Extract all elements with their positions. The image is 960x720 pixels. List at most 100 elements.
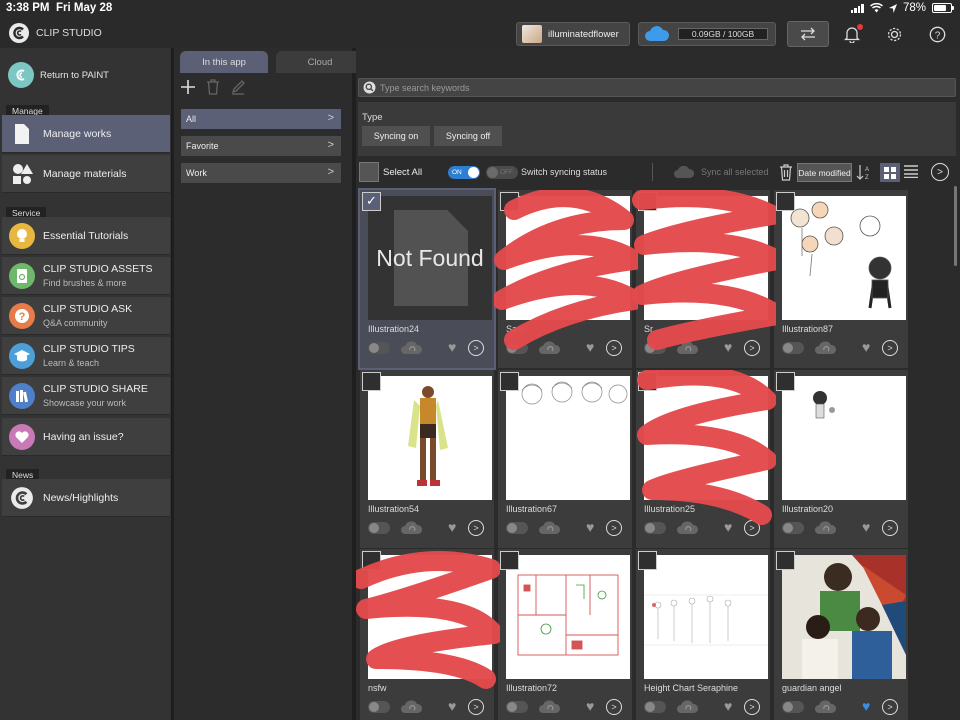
favorite-heart-icon[interactable]: ♥	[448, 520, 456, 535]
account-button[interactable]: illuminatedflower	[516, 22, 630, 46]
work-thumbnail[interactable]	[506, 376, 630, 500]
next-page-button[interactable]: >	[931, 163, 949, 181]
work-detail-button[interactable]: >	[744, 520, 760, 536]
favorite-heart-icon[interactable]: ♥	[448, 340, 456, 355]
work-card[interactable]: guardian angel ♥ >	[774, 549, 908, 720]
filter-syncing-off[interactable]: Syncing off	[434, 126, 502, 146]
work-detail-button[interactable]: >	[882, 520, 898, 536]
search-bar[interactable]	[358, 78, 956, 97]
sync-toggle-off[interactable]: OFF	[486, 166, 518, 179]
work-sync-toggle[interactable]	[644, 522, 666, 534]
delete-icon[interactable]	[779, 164, 793, 181]
notifications-button[interactable]	[840, 21, 864, 47]
work-sync-toggle[interactable]	[506, 701, 528, 713]
sidebar-item-manage-works[interactable]: Manage works	[2, 115, 170, 153]
favorite-heart-icon[interactable]: ♥	[586, 520, 594, 535]
work-thumbnail[interactable]	[644, 376, 768, 500]
work-checkbox[interactable]	[362, 372, 381, 391]
sort-order-icon[interactable]: AZ	[856, 164, 874, 181]
list-view-icon[interactable]	[904, 164, 918, 178]
work-card[interactable]: nsfw ♥ >	[351, 549, 504, 720]
folder-item-favorite[interactable]: Favorite >	[181, 136, 341, 156]
cloud-sync-icon[interactable]	[814, 340, 838, 356]
work-thumbnail[interactable]	[782, 376, 906, 500]
work-checkbox[interactable]	[776, 192, 795, 211]
work-thumbnail[interactable]	[644, 555, 768, 679]
sidebar-item-manage-materials[interactable]: Manage materials	[2, 155, 170, 193]
cloud-sync-icon[interactable]	[814, 699, 838, 715]
work-detail-button[interactable]: >	[468, 340, 484, 356]
work-card[interactable]: Illustration87 ♥ >	[774, 190, 908, 368]
work-checkbox[interactable]	[500, 551, 519, 570]
work-sync-toggle[interactable]	[368, 701, 390, 713]
sync-all-selected-button[interactable]: Sync all selected	[646, 163, 769, 181]
favorite-heart-icon[interactable]: ♥	[862, 340, 870, 355]
favorite-heart-icon[interactable]: ♥	[862, 699, 870, 714]
work-checkbox[interactable]	[500, 372, 519, 391]
cloud-sync-icon[interactable]	[400, 520, 424, 536]
sidebar-item-clip-studio-ask[interactable]: ? CLIP STUDIO ASK Q&A community	[2, 297, 170, 335]
filter-syncing-on[interactable]: Syncing on	[362, 126, 430, 146]
cloud-sync-icon[interactable]	[538, 520, 562, 536]
work-detail-button[interactable]: >	[468, 520, 484, 536]
work-sync-toggle[interactable]	[644, 701, 666, 713]
settings-button[interactable]	[882, 21, 906, 47]
work-card[interactable]: Sara ♥ >	[492, 187, 644, 368]
sidebar-item-news-highlights[interactable]: News/Highlights	[2, 479, 170, 517]
cloud-storage-button[interactable]: 0.09GB / 100GB	[638, 22, 776, 46]
work-thumbnail[interactable]	[368, 555, 492, 679]
work-card[interactable]: Illustration67 ♥ >	[498, 370, 632, 548]
search-input[interactable]	[380, 82, 940, 93]
work-sync-toggle[interactable]	[506, 342, 528, 354]
work-sync-toggle[interactable]	[644, 342, 666, 354]
work-checkbox[interactable]	[638, 551, 657, 570]
trash-icon[interactable]	[206, 79, 220, 95]
folder-item-work[interactable]: Work >	[181, 163, 341, 183]
scrollbar[interactable]	[954, 186, 957, 266]
work-thumbnail[interactable]	[644, 196, 768, 320]
tab-in-this-app[interactable]: In this app	[180, 51, 268, 73]
work-detail-button[interactable]: >	[606, 340, 622, 356]
add-folder-icon[interactable]	[180, 79, 196, 95]
work-detail-button[interactable]: >	[744, 699, 760, 715]
work-checkbox[interactable]	[638, 192, 657, 211]
work-sync-toggle[interactable]	[782, 701, 804, 713]
work-sync-toggle[interactable]	[368, 522, 390, 534]
grid-view-button[interactable]	[880, 163, 900, 182]
cloud-sync-icon[interactable]	[676, 520, 700, 536]
work-detail-button[interactable]: >	[606, 699, 622, 715]
work-detail-button[interactable]: >	[882, 699, 898, 715]
work-card[interactable]: Sr ♥ >	[632, 187, 787, 368]
sort-select[interactable]: Date modified	[797, 163, 852, 182]
cloud-sync-icon[interactable]	[400, 340, 424, 356]
help-button[interactable]: ?	[925, 21, 949, 47]
favorite-heart-icon[interactable]: ♥	[724, 520, 732, 535]
work-sync-toggle[interactable]	[368, 342, 390, 354]
sidebar-item-clip-studio-share[interactable]: CLIP STUDIO SHARE Showcase your work	[2, 377, 170, 415]
cloud-sync-icon[interactable]	[538, 699, 562, 715]
sidebar-item-clip-studio-assets[interactable]: CLIP STUDIO ASSETS Find brushes & more	[2, 257, 170, 295]
favorite-heart-icon[interactable]: ♥	[862, 520, 870, 535]
work-thumbnail[interactable]	[782, 196, 906, 320]
favorite-heart-icon[interactable]: ♥	[448, 699, 456, 714]
rename-pencil-icon[interactable]	[230, 79, 246, 95]
cloud-sync-icon[interactable]	[814, 520, 838, 536]
favorite-heart-icon[interactable]: ♥	[586, 699, 594, 714]
work-thumbnail[interactable]	[506, 555, 630, 679]
tab-cloud[interactable]: Cloud	[276, 51, 364, 73]
favorite-heart-icon[interactable]: ♥	[586, 340, 594, 355]
cloud-sync-icon[interactable]	[538, 340, 562, 356]
sync-button[interactable]	[787, 21, 829, 47]
work-sync-toggle[interactable]	[782, 522, 804, 534]
work-sync-toggle[interactable]	[782, 342, 804, 354]
work-card[interactable]: Illustration54 ♥ >	[360, 370, 494, 548]
work-checkbox[interactable]	[362, 551, 381, 570]
work-thumbnail[interactable]	[782, 555, 906, 679]
work-card[interactable]: Illustration72 ♥ >	[498, 549, 632, 720]
work-detail-button[interactable]: >	[882, 340, 898, 356]
cloud-sync-icon[interactable]	[676, 699, 700, 715]
work-thumbnail[interactable]	[506, 196, 630, 320]
work-thumbnail[interactable]	[368, 376, 492, 500]
favorite-heart-icon[interactable]: ♥	[724, 699, 732, 714]
work-detail-button[interactable]: >	[606, 520, 622, 536]
